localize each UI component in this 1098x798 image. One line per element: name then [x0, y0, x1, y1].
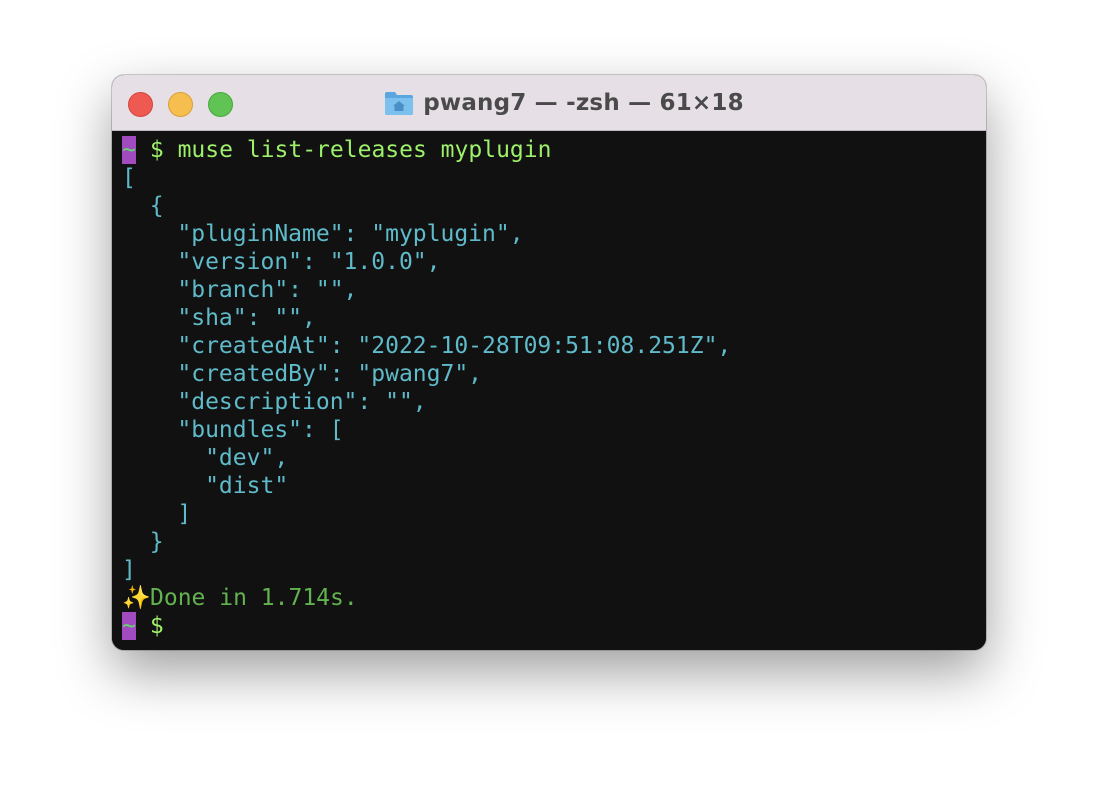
output-line: ]	[122, 501, 192, 527]
output-line: "createdAt": "2022-10-28T09:51:08.251Z",	[122, 333, 732, 359]
output-line: {	[122, 193, 164, 219]
output-line: "dev",	[122, 445, 289, 471]
output-line: "pluginName": "myplugin",	[122, 221, 524, 247]
terminal-window: pwang7 — -zsh — 61×18 ~ $ muse list-rele…	[112, 75, 986, 650]
prompt-line: ~ $	[122, 612, 986, 640]
title-bar[interactable]: pwang7 — -zsh — 61×18	[112, 75, 986, 131]
output-line: [	[122, 165, 136, 191]
prompt-tilde: ~	[122, 612, 136, 640]
window-title: pwang7 — -zsh — 61×18	[423, 90, 744, 116]
output-line: "description": "",	[122, 389, 427, 415]
command-text: muse list-releases myplugin	[177, 137, 552, 163]
home-folder-icon	[385, 92, 414, 115]
terminal-content[interactable]: ~ $ muse list-releases myplugin [ { "plu…	[112, 131, 986, 650]
output-line: "createdBy": "pwang7",	[122, 361, 483, 387]
output-line: "dist"	[122, 473, 289, 499]
output-line: "sha": "",	[122, 305, 316, 331]
output-line: ]	[122, 557, 136, 583]
output-line: }	[122, 529, 164, 555]
prompt-dollar: $	[149, 613, 164, 639]
prompt-dollar: $	[149, 137, 164, 163]
sparkles-icon: ✨	[122, 585, 151, 611]
done-text: Done in 1.714s.	[150, 585, 358, 611]
done-line: ✨Done in 1.714s.	[122, 584, 986, 612]
command-line: ~ $ muse list-releases myplugin	[122, 136, 986, 164]
window-title-area: pwang7 — -zsh — 61×18	[112, 88, 986, 118]
output-line: "version": "1.0.0",	[122, 249, 441, 275]
output-line: "bundles": [	[122, 417, 344, 443]
prompt-tilde: ~	[122, 136, 136, 164]
output-line: "branch": "",	[122, 277, 358, 303]
